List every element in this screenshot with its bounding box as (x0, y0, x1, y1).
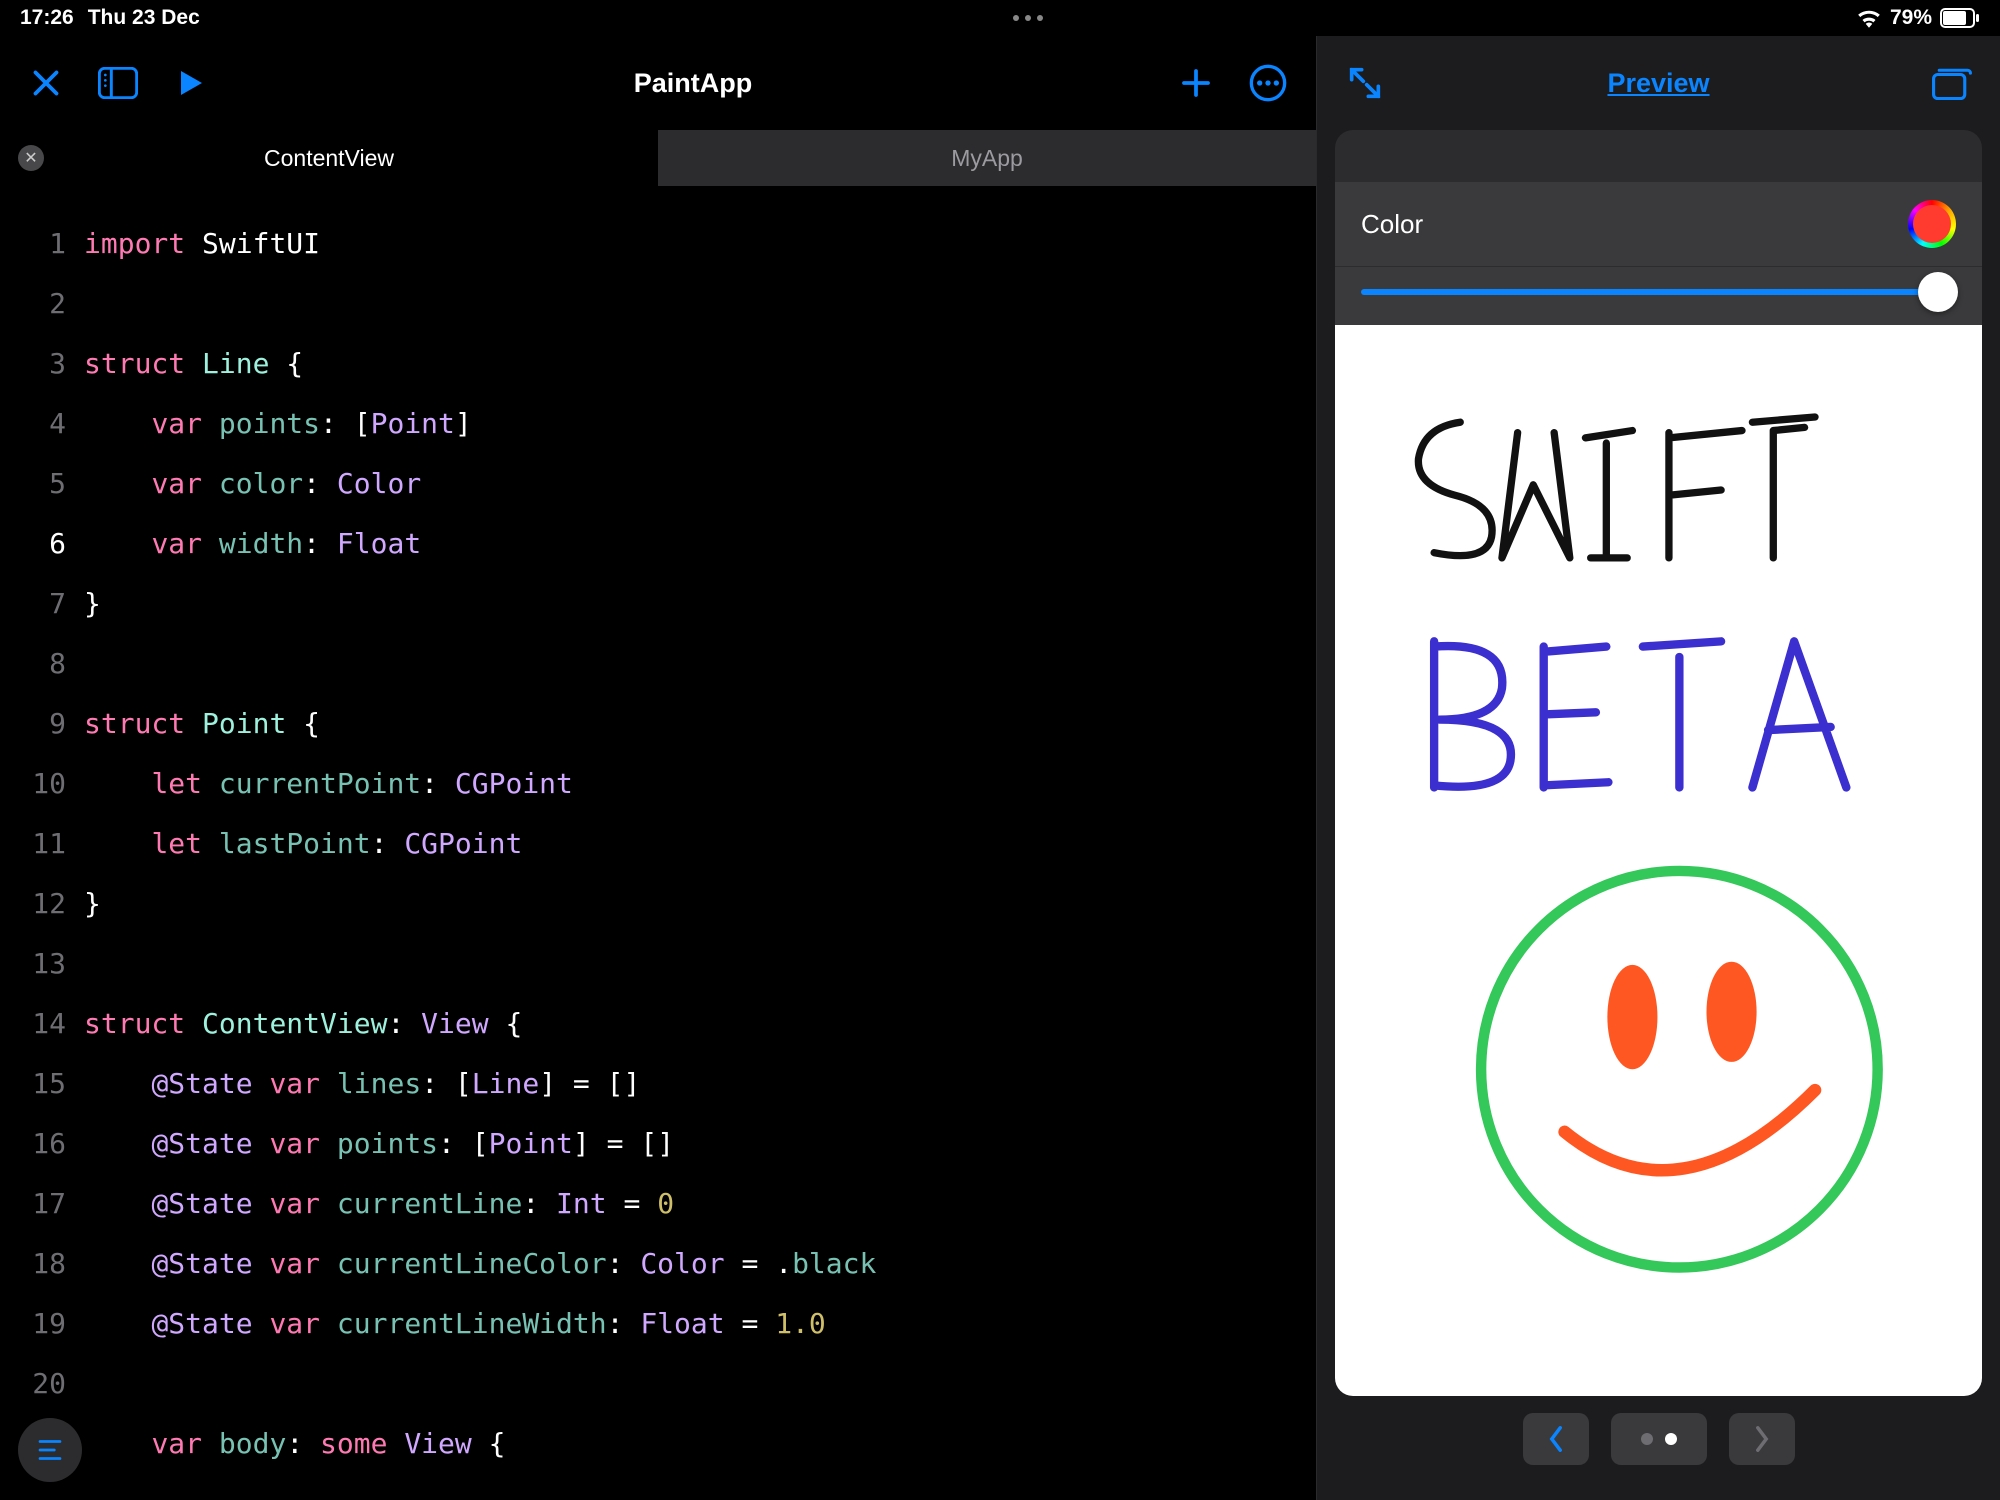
wifi-icon (1856, 8, 1882, 28)
windows-icon[interactable] (1932, 66, 1972, 100)
color-label: Color (1361, 209, 1423, 240)
sidebar-toggle-icon[interactable] (98, 67, 138, 99)
run-icon[interactable] (172, 65, 208, 101)
preview-card: Color (1335, 130, 1982, 1396)
preview-pane: Preview Color (1316, 36, 2000, 1500)
tab-close-icon[interactable]: ✕ (18, 145, 44, 171)
color-swatch-icon[interactable] (1908, 200, 1956, 248)
preview-title[interactable]: Preview (1607, 68, 1709, 99)
tab-label: MyApp (951, 145, 1023, 172)
file-tabs: ✕ ContentView MyApp (0, 130, 1316, 186)
page-indicator[interactable] (1611, 1413, 1707, 1465)
add-icon[interactable] (1178, 65, 1214, 101)
close-icon[interactable] (28, 65, 64, 101)
expand-icon[interactable] (1345, 63, 1385, 103)
preview-pager (1335, 1396, 1982, 1482)
drawing-canvas[interactable] (1335, 325, 1982, 1396)
slider-thumb[interactable] (1918, 272, 1958, 312)
document-outline-button[interactable] (18, 1418, 82, 1482)
color-picker-row[interactable]: Color (1335, 182, 1982, 266)
editor-pane: PaintApp ✕ ContentView MyApp 12345678910… (0, 36, 1316, 1500)
battery-percent: 79% (1890, 6, 1932, 30)
prev-page-button[interactable] (1523, 1413, 1589, 1465)
status-bar: 17:26 Thu 23 Dec 79% (0, 0, 2000, 36)
battery-icon (1940, 8, 1980, 28)
tab-myapp[interactable]: MyApp (658, 130, 1316, 186)
status-date: Thu 23 Dec (88, 6, 200, 30)
tab-contentview[interactable]: ✕ ContentView (0, 130, 658, 186)
width-slider[interactable] (1335, 266, 1982, 325)
next-page-button[interactable] (1729, 1413, 1795, 1465)
multitask-dots-icon[interactable] (1013, 15, 1043, 21)
editor-toolbar: PaintApp (0, 36, 1316, 130)
preview-toolbar: Preview (1317, 36, 2000, 130)
code-editor[interactable]: 123456789101112131415161718192021 import… (0, 186, 1316, 1500)
tab-label: ContentView (264, 145, 394, 172)
status-time: 17:26 (20, 6, 74, 30)
app-title: PaintApp (634, 68, 753, 99)
more-icon[interactable] (1248, 63, 1288, 103)
